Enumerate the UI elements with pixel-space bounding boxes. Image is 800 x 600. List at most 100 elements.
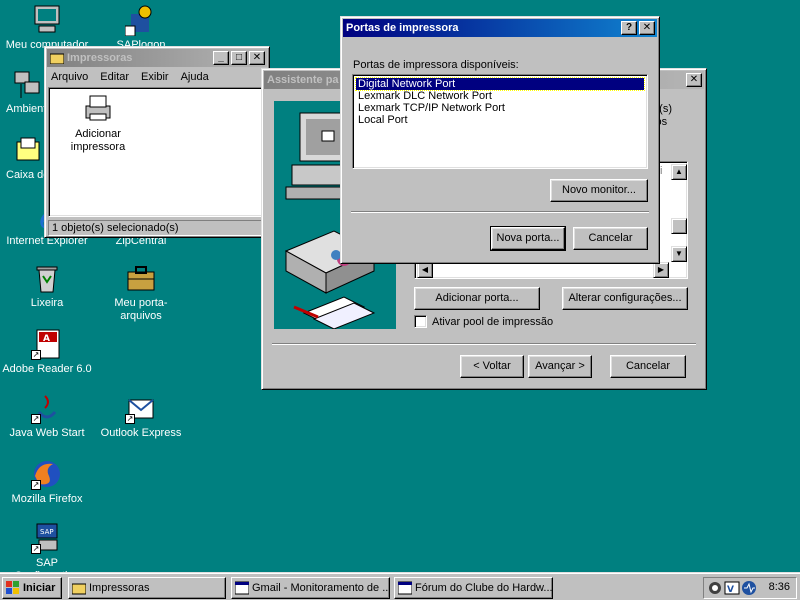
sap-logon-icon <box>124 4 157 37</box>
scroll-left-button[interactable]: ◀ <box>417 262 433 278</box>
ports-dialog-title: Portas de impressora <box>346 22 459 34</box>
task-button-gmail[interactable]: Gmail - Monitoramento de ... <box>231 577 390 599</box>
menu-ajuda[interactable]: Ajuda <box>181 71 209 83</box>
svg-text:A: A <box>43 334 50 344</box>
shortcut-arrow-icon: ↗ <box>31 350 41 360</box>
tray-app-icon[interactable] <box>707 580 723 596</box>
desktop-icon-label: Outlook Express <box>100 427 182 439</box>
java-icon: ↗ <box>31 392 63 424</box>
desktop-icon-briefcase[interactable]: Meu porta-arquivos <box>96 262 186 323</box>
desktop-icon-label: Lixeira <box>30 297 64 309</box>
help-button[interactable]: ? <box>621 21 637 35</box>
system-tray: V 8:36 <box>703 577 797 599</box>
sap-configuration-icon: SAP ↗ <box>31 522 63 554</box>
menu-arquivo[interactable]: Arquivo <box>51 71 88 83</box>
divider <box>351 211 649 213</box>
scroll-right-button[interactable]: ▶ <box>653 262 669 278</box>
add-printer-icon <box>85 95 111 121</box>
shortcut-arrow-icon: ↗ <box>125 414 135 424</box>
port-item[interactable]: Lexmark DLC Network Port <box>356 90 644 102</box>
task-button-forum[interactable]: Fórum do Clube do Hardw... <box>394 577 553 599</box>
task-label: Fórum do Clube do Hardw... <box>415 582 553 594</box>
desktop-icon-outlook-express[interactable]: ↗ Outlook Express <box>96 392 186 440</box>
printers-content: Adicionar impressora <box>48 87 266 217</box>
port-item[interactable]: Digital Network Port <box>355 77 645 91</box>
printers-window-title: Impressoras <box>67 52 133 64</box>
menu-exibir[interactable]: Exibir <box>141 71 169 83</box>
browser-window-icon <box>398 581 412 595</box>
shortcut-arrow-icon: ↗ <box>31 480 41 490</box>
desktop-icon-java-web-start[interactable]: ↗ Java Web Start <box>2 392 92 440</box>
tray-antivirus-icon[interactable]: V <box>724 580 740 596</box>
recycle-bin-icon <box>31 262 63 294</box>
task-label: Gmail - Monitoramento de ... <box>252 582 390 594</box>
pool-checkbox-row[interactable]: Ativar pool de impressão <box>414 315 553 328</box>
add-printer-item[interactable]: Adicionar impressora <box>63 92 133 154</box>
desktop-icon-label: Adobe Reader 6.0 <box>2 363 92 375</box>
task-label: Impressoras <box>89 582 150 594</box>
pool-checkbox-label: Ativar pool de impressão <box>432 315 554 328</box>
ports-listbox[interactable]: Digital Network Port Lexmark DLC Network… <box>352 74 648 169</box>
svg-text:V: V <box>727 585 734 595</box>
inbox-icon <box>11 134 43 166</box>
scroll-up-button[interactable]: ▲ <box>671 164 687 180</box>
documents-illustration-icon <box>293 296 376 330</box>
network-neighborhood-icon <box>11 68 43 100</box>
close-button[interactable]: ✕ <box>686 73 702 87</box>
wizard-cancel-button[interactable]: Cancelar <box>610 355 686 378</box>
desktop-icon-label: Java Web Start <box>9 427 85 439</box>
browser-window-icon <box>235 581 249 595</box>
folder-icon <box>72 583 86 595</box>
port-item[interactable]: Lexmark TCP/IP Network Port <box>356 102 644 114</box>
add-printer-label-1: Adicionar <box>75 128 121 140</box>
desktop-icon-label: Mozilla Firefox <box>11 493 83 505</box>
shortcut-arrow-icon: ↗ <box>31 544 41 554</box>
minimize-button[interactable]: _ <box>213 51 229 65</box>
folder-icon <box>50 53 64 64</box>
scroll-thumb[interactable] <box>671 218 687 234</box>
printers-statusbar: 1 objeto(s) selecionado(s) <box>48 220 266 236</box>
back-button[interactable]: < Voltar <box>460 355 524 378</box>
tray-volume-icon[interactable] <box>741 580 757 596</box>
new-port-button[interactable]: Nova porta... <box>490 226 566 251</box>
add-port-button[interactable]: Adicionar porta... <box>414 287 540 310</box>
firefox-icon: ↗ <box>31 458 63 490</box>
port-item[interactable]: Local Port <box>356 114 644 126</box>
menu-editar[interactable]: Editar <box>100 71 129 83</box>
scroll-down-button[interactable]: ▼ <box>671 246 687 262</box>
start-label: Iniciar <box>23 582 56 594</box>
desktop-icon-recycle-bin[interactable]: Lixeira <box>2 262 92 310</box>
desktop-icon-firefox[interactable]: ↗ Mozilla Firefox <box>2 458 92 506</box>
ports-cancel-button[interactable]: Cancelar <box>573 227 648 250</box>
ports-list-label: Portas de impressora disponíveis: <box>353 59 519 71</box>
change-config-button[interactable]: Alterar configurações... <box>562 287 688 310</box>
start-button[interactable]: Iniciar <box>2 577 62 599</box>
printers-menubar: Arquivo Editar Exibir Ajuda <box>45 69 269 85</box>
printers-window: Impressoras _ □ ✕ Arquivo Editar Exibir … <box>44 46 270 238</box>
printers-window-titlebar[interactable]: Impressoras _ □ ✕ <box>47 49 267 67</box>
divider <box>272 343 696 345</box>
next-button[interactable]: Avançar > <box>528 355 592 378</box>
desktop-icon-my-computer[interactable]: Meu computador <box>2 4 92 52</box>
pool-checkbox[interactable] <box>414 315 427 328</box>
close-button[interactable]: ✕ <box>639 21 655 35</box>
desktop-icon-label: Meu porta-arquivos <box>114 297 168 322</box>
ports-dialog: Portas de impressora ? ✕ Portas de impre… <box>340 16 660 264</box>
briefcase-icon <box>125 262 157 294</box>
ports-dialog-titlebar[interactable]: Portas de impressora ? ✕ <box>343 19 657 37</box>
desktop-icon-saplogon[interactable]: SAPlogon <box>96 4 186 52</box>
status-text: 1 objeto(s) selecionado(s) <box>52 222 179 234</box>
outlook-express-icon: ↗ <box>125 392 157 424</box>
new-monitor-button[interactable]: Novo monitor... <box>550 179 648 202</box>
clock: 8:36 <box>768 581 790 593</box>
add-printer-label-2: impressora <box>70 141 126 153</box>
my-computer-icon <box>31 4 63 36</box>
shortcut-arrow-icon: ↗ <box>31 414 41 424</box>
taskbar: Iniciar Impressoras Gmail - Monitorament… <box>0 572 800 600</box>
desktop-icon-adobe-reader[interactable]: A ↗ Adobe Reader 6.0 <box>2 328 92 376</box>
wizard-title: Assistente pa <box>267 74 339 86</box>
close-button[interactable]: ✕ <box>249 51 265 65</box>
task-button-impressoras[interactable]: Impressoras <box>68 577 226 599</box>
svg-text:SAP: SAP <box>40 528 54 536</box>
maximize-button[interactable]: □ <box>231 51 247 65</box>
